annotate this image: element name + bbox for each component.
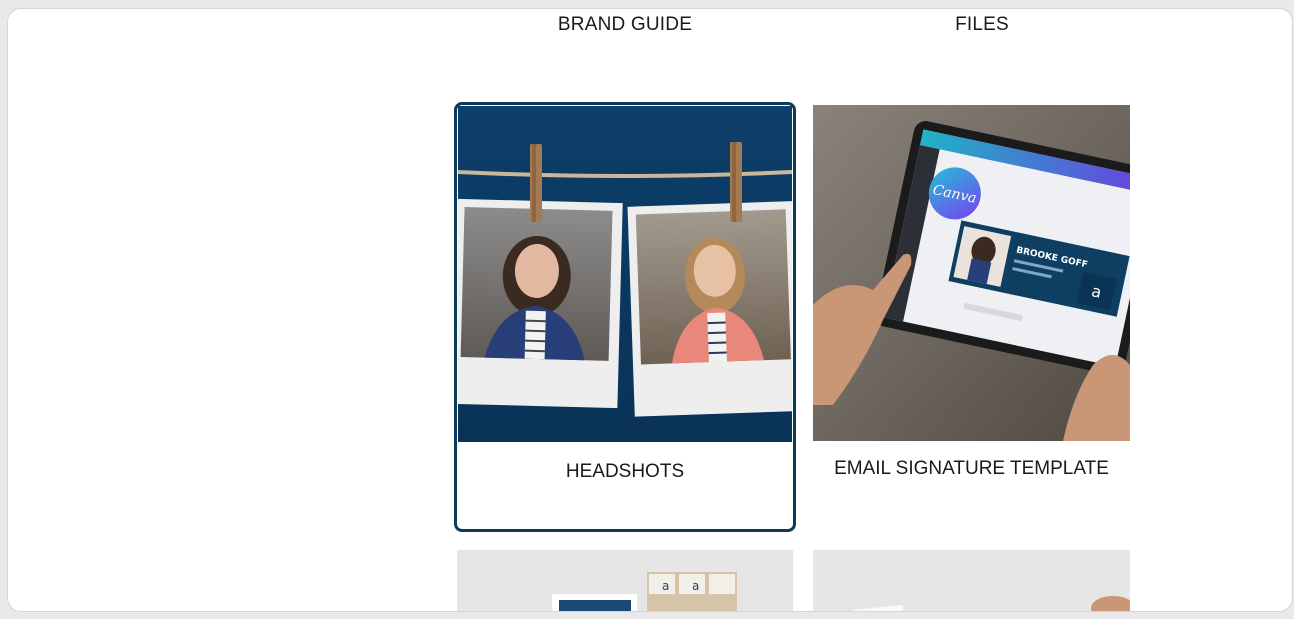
email-signature-label: EMAIL SIGNATURE TEMPLATE (834, 458, 1109, 479)
svg-text:a: a (692, 579, 699, 593)
bottom-left-image: a a (457, 550, 793, 611)
headshots-image (458, 106, 792, 442)
headshots-card[interactable]: HEADSHOTS (454, 102, 796, 532)
page-frame: BRAND GUIDE FILES HEADSHOTS Canva BROOKE… (7, 8, 1293, 612)
bottom-right-image (813, 550, 1130, 611)
headshots-label: HEADSHOTS (565, 461, 685, 482)
bottom-right-card[interactable] (813, 550, 1130, 611)
svg-text:a: a (662, 579, 669, 593)
email-signature-image: Canva BROOKE GOFF a (813, 105, 1130, 441)
brand-guide-label[interactable]: BRAND GUIDE (558, 14, 692, 36)
files-label[interactable]: FILES (955, 14, 1009, 36)
bottom-left-card[interactable]: a a (457, 550, 793, 611)
email-signature-card[interactable]: Canva BROOKE GOFF a EMAIL SIGNATURE TEMP… (813, 105, 1130, 525)
